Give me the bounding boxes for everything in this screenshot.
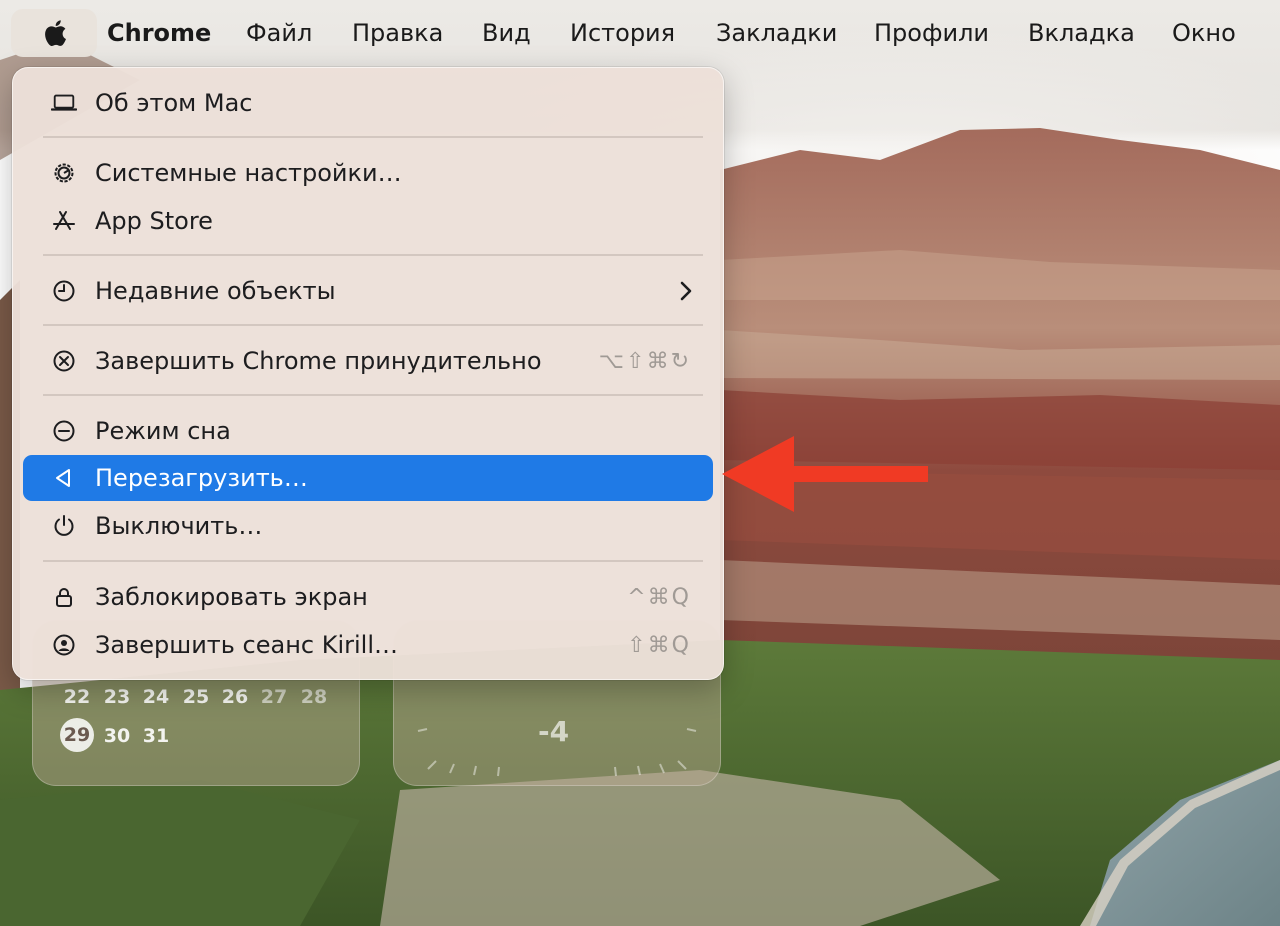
keyboard-shortcut: ⌥⇧⌘↻ bbox=[598, 349, 691, 374]
laptop-icon bbox=[51, 91, 77, 115]
power-icon bbox=[51, 514, 77, 538]
menu-view[interactable]: Вид bbox=[482, 16, 531, 50]
menu-item-force-quit[interactable]: Завершить Chrome принудительно ⌥⇧⌘↻ bbox=[23, 338, 713, 384]
user-icon bbox=[51, 633, 77, 657]
menu-item-label: Выключить… bbox=[95, 512, 263, 540]
calendar-day: 24 bbox=[142, 686, 170, 708]
menu-item-system-settings[interactable]: Системные настройки… bbox=[23, 150, 713, 196]
keyboard-shortcut: ^⌘Q bbox=[627, 585, 691, 610]
calendar-day: 30 bbox=[103, 725, 131, 747]
annotation-arrow bbox=[722, 436, 928, 512]
menu-profiles[interactable]: Профили bbox=[874, 16, 989, 50]
menu-item-app-store[interactable]: App Store bbox=[23, 198, 713, 244]
menu-edit[interactable]: Правка bbox=[352, 16, 443, 50]
keyboard-shortcut: ⇧⌘Q bbox=[627, 633, 691, 658]
calendar-today: 29 bbox=[60, 718, 94, 752]
menu-separator bbox=[43, 394, 703, 396]
menu-item-label: Режим сна bbox=[95, 417, 231, 445]
menu-app-chrome[interactable]: Chrome bbox=[107, 16, 211, 50]
menu-separator bbox=[43, 560, 703, 562]
restart-icon bbox=[51, 466, 77, 490]
app-store-icon bbox=[51, 209, 77, 233]
calendar-day: 25 bbox=[182, 686, 210, 708]
menu-item-label: Об этом Mac bbox=[95, 89, 253, 117]
chevron-right-icon bbox=[679, 281, 693, 305]
weather-temperature: -4 bbox=[538, 715, 570, 748]
menu-separator bbox=[43, 324, 703, 326]
calendar-day: 31 bbox=[142, 725, 170, 747]
menu-item-lock-screen[interactable]: Заблокировать экран ^⌘Q bbox=[23, 574, 713, 620]
apple-menu-button[interactable] bbox=[11, 9, 97, 57]
calendar-day: 26 bbox=[221, 686, 249, 708]
clock-icon bbox=[51, 279, 77, 303]
menu-separator bbox=[43, 136, 703, 138]
calendar-day: 27 bbox=[260, 686, 288, 708]
menu-separator bbox=[43, 254, 703, 256]
menu-bar: Chrome Файл Правка Вид История Закладки … bbox=[0, 0, 1280, 66]
menu-item-label: Заблокировать экран bbox=[95, 583, 368, 611]
calendar-day: 23 bbox=[103, 686, 131, 708]
menu-item-shutdown[interactable]: Выключить… bbox=[23, 503, 713, 549]
menu-bookmarks[interactable]: Закладки bbox=[716, 16, 837, 50]
sleep-icon bbox=[51, 419, 77, 443]
menu-item-label: App Store bbox=[95, 207, 213, 235]
menu-item-label: Завершить Chrome принудительно bbox=[95, 347, 542, 375]
menu-item-log-out[interactable]: Завершить сеанс Kirill… ⇧⌘Q bbox=[23, 622, 713, 668]
menu-window[interactable]: Окно bbox=[1172, 16, 1236, 50]
apple-logo-icon bbox=[45, 20, 66, 46]
menu-item-about-this-mac[interactable]: Об этом Mac bbox=[23, 80, 713, 126]
gear-icon bbox=[51, 161, 77, 185]
menu-tab[interactable]: Вкладка bbox=[1028, 16, 1135, 50]
menu-history[interactable]: История bbox=[570, 16, 675, 50]
menu-item-label: Системные настройки… bbox=[95, 159, 402, 187]
menu-item-sleep[interactable]: Режим сна bbox=[23, 408, 713, 454]
menu-item-restart[interactable]: Перезагрузить… bbox=[23, 455, 713, 501]
force-quit-icon bbox=[51, 349, 77, 373]
menu-item-label: Недавние объекты bbox=[95, 277, 336, 305]
apple-menu-dropdown: Об этом Mac Системные настройки… App Sto… bbox=[12, 67, 724, 680]
menu-file[interactable]: Файл bbox=[246, 16, 312, 50]
menu-item-recent-items[interactable]: Недавние объекты bbox=[23, 268, 713, 314]
calendar-day: 22 bbox=[63, 686, 91, 708]
calendar-day: 28 bbox=[300, 686, 328, 708]
menu-item-label: Перезагрузить… bbox=[95, 464, 308, 492]
lock-icon bbox=[51, 585, 77, 609]
menu-item-label: Завершить сеанс Kirill… bbox=[95, 631, 399, 659]
